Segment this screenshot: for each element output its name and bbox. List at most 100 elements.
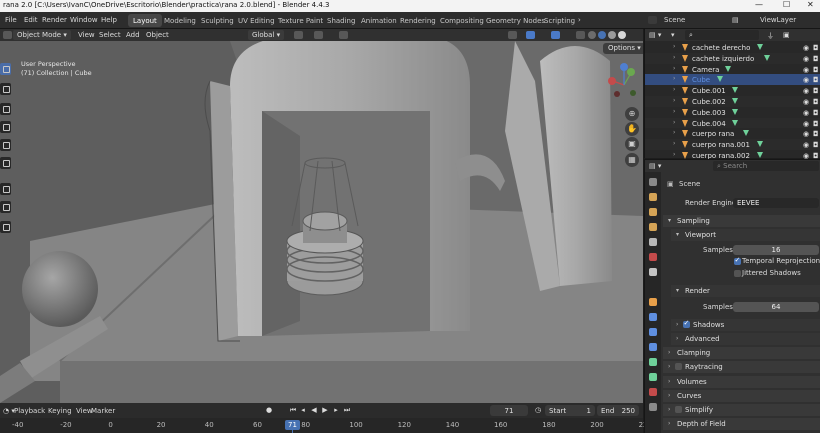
camera-render-icon[interactable]: ◘ [813,141,819,149]
temporal-reprojection-checkbox[interactable] [734,256,741,265]
collection-tab-icon[interactable] [649,268,657,276]
jittered-shadows-checkbox[interactable] [734,270,741,277]
mesh-data-icon[interactable] [731,87,738,94]
camera-render-icon[interactable]: ◘ [813,130,819,138]
prev-keyframe-icon[interactable]: ◂ [299,406,307,414]
object-tab-icon[interactable] [649,298,657,306]
expand-icon[interactable]: › [673,129,675,136]
tab-scripting[interactable]: Scripting [539,14,580,27]
outliner-display-icon[interactable]: ▾ [671,31,675,39]
more-tabs-icon[interactable]: › [578,16,581,24]
tab-layout[interactable]: Layout [128,14,162,27]
menu-render[interactable]: Render [42,16,67,24]
mesh-data-icon[interactable] [757,141,763,148]
mesh-data-icon[interactable] [731,108,738,115]
play-icon[interactable]: ▶ [321,406,329,414]
sampling-panel-header[interactable]: ▾ Sampling [663,215,820,227]
new-collection-icon[interactable]: ▣ [783,31,790,39]
expand-icon[interactable]: › [673,43,675,50]
outliner-item[interactable]: › Camera ◉ ◘ [645,64,820,75]
snap-icon[interactable] [314,31,323,39]
expand-icon[interactable]: › [673,97,675,104]
expand-icon[interactable]: › [673,151,675,158]
eye-icon[interactable]: ◉ [803,120,809,128]
outliner-item[interactable]: › Cube ◉ ◘ [645,74,820,86]
modifier-tab-icon[interactable] [649,313,657,321]
xray-icon[interactable] [576,31,585,39]
mesh-data-icon[interactable] [731,98,738,104]
play-reverse-icon[interactable]: ◀ [310,406,318,414]
mesh-data-icon[interactable] [724,65,731,72]
editor-type-icon[interactable] [3,31,12,39]
menu-help[interactable]: Help [101,16,117,24]
wireframe-shading-icon[interactable] [588,31,596,39]
tool-tab-icon[interactable] [649,178,657,186]
end-frame-field[interactable]: End 250 [597,405,639,416]
select-tool-icon[interactable] [0,63,11,75]
eye-icon[interactable]: ◉ [803,66,809,74]
gizmo-icon[interactable] [526,31,535,39]
scale-tool-icon[interactable] [0,139,11,151]
tab-rendering[interactable]: Rendering [395,14,441,27]
cursor-tool-icon[interactable] [0,83,11,95]
eye-icon[interactable]: ◉ [803,76,809,84]
render-engine-dropdown[interactable]: EEVEE [733,198,819,208]
playhead-frame[interactable]: 71 [285,420,300,430]
menu-window[interactable]: Window [70,16,98,24]
raytracing-checkbox[interactable] [675,363,682,370]
start-frame-field[interactable]: Start 1 [545,405,595,416]
outliner-item[interactable]: › Cube.003 ◉ ◘ [645,107,820,118]
world-tab-icon[interactable] [649,253,657,261]
viewport-menu-view[interactable]: View [78,31,95,39]
curves-panel-header[interactable]: › Curves [663,390,820,402]
texture-tab-icon[interactable] [649,403,657,411]
eye-icon[interactable]: ◉ [803,130,809,138]
jump-start-icon[interactable]: ⏮ [289,406,297,414]
properties-editor-icon[interactable]: ▤ ▾ [649,162,661,170]
rotate-tool-icon[interactable] [0,121,11,133]
data-tab-icon[interactable] [649,373,657,381]
viewport-samples-field[interactable]: 16 [733,245,819,255]
outliner-search[interactable]: ⌕ [685,30,759,40]
shadows-subpanel-header[interactable]: › Shadows [671,319,820,331]
render-samples-field[interactable]: 64 [733,302,819,312]
outliner-filter-icon[interactable]: ⏚ [767,31,774,41]
expand-icon[interactable]: › [673,119,675,126]
menu-file[interactable]: File [5,16,17,24]
visibility-icon[interactable] [508,31,517,39]
outliner-item[interactable]: › Cube.001 ◉ ◘ [645,85,820,96]
viewport-menu-select[interactable]: Select [99,31,121,39]
constraints-tab-icon[interactable] [649,358,657,366]
raytracing-panel-header[interactable]: › Raytracing [663,361,820,373]
expand-icon[interactable]: › [673,54,675,61]
outliner-editor-icon[interactable]: ▤ ▾ [649,31,661,39]
material-shading-icon[interactable] [608,31,616,39]
eye-icon[interactable]: ◉ [803,44,809,52]
orientation-dropdown[interactable]: Global ▾ [248,30,285,40]
timeline-menu-playback[interactable]: Playback [14,407,45,415]
output-tab-icon[interactable] [649,208,657,216]
mesh-data-icon[interactable] [757,44,763,50]
depth-of-field-panel-header[interactable]: › Depth of Field [663,418,820,430]
camera-view-icon[interactable]: ▣ [625,137,639,151]
view-layer-icon[interactable]: ▤ [732,16,739,24]
camera-render-icon[interactable]: ◘ [813,66,819,74]
mesh-data-icon[interactable] [742,130,749,137]
eye-icon[interactable]: ◉ [803,87,809,95]
maximize-icon[interactable]: ☐ [783,0,790,9]
outliner-item[interactable]: › Cube.004 ◉ ◘ [645,117,820,129]
mesh-data-icon[interactable] [757,152,763,158]
material-tab-icon[interactable] [649,388,657,396]
view-layer-name[interactable]: ViewLayer [760,16,796,24]
zoom-icon[interactable]: ⊕ [625,107,639,121]
camera-render-icon[interactable]: ◘ [813,55,819,63]
solid-shading-icon[interactable] [598,31,606,39]
eye-icon[interactable]: ◉ [803,98,809,106]
expand-icon[interactable]: › [673,108,675,115]
physics-tab-icon[interactable] [649,343,657,351]
view-layer-tab-icon[interactable] [649,223,657,231]
mode-dropdown[interactable]: Object Mode ▾ [13,30,71,40]
move-tool-icon[interactable] [0,103,11,115]
clamping-panel-header[interactable]: › Clamping [663,347,820,359]
timeline-menu-marker[interactable]: Marker [91,407,115,415]
